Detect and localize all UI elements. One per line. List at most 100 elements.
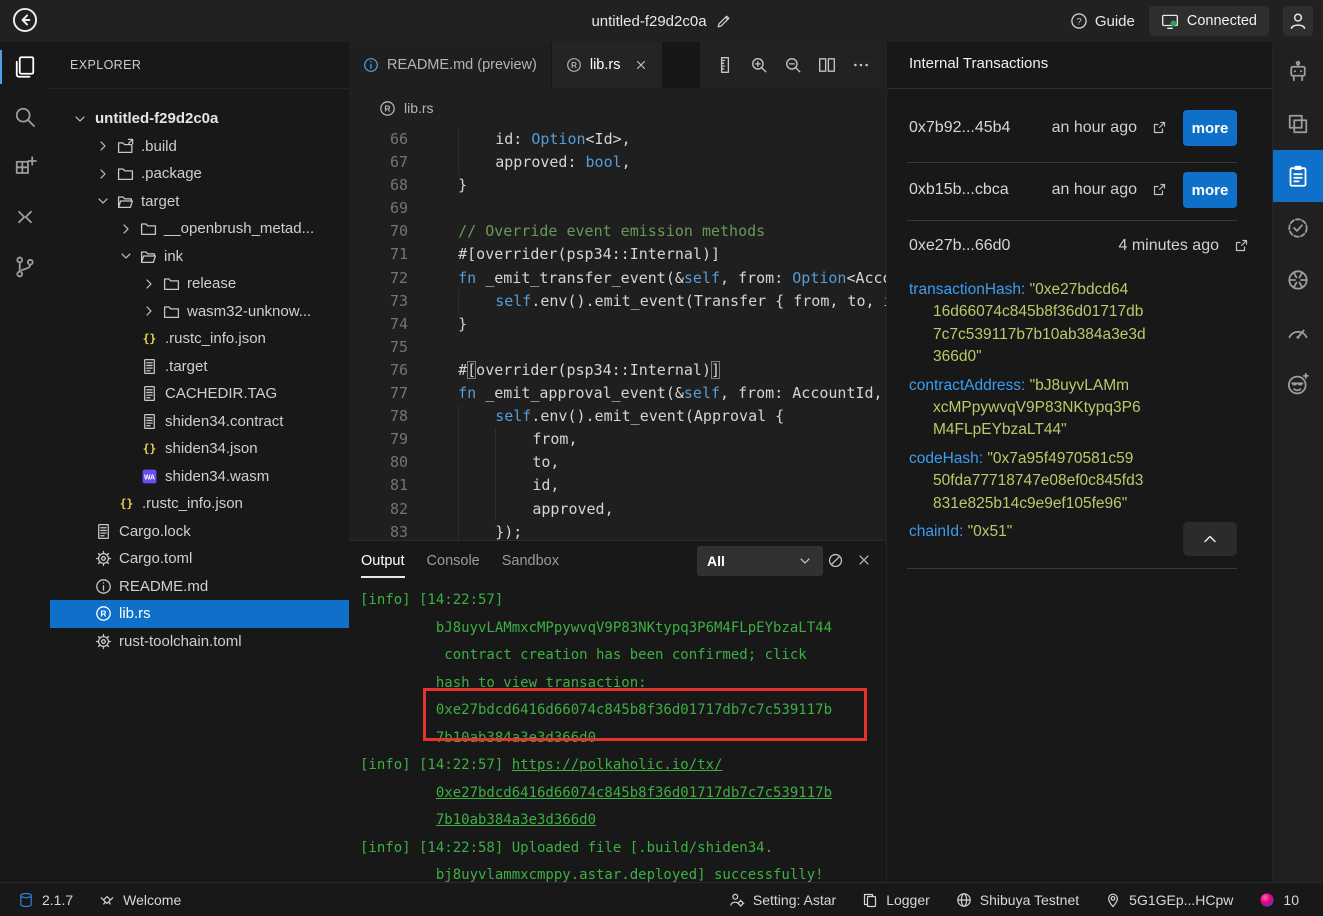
- log-link[interactable]: 7b10ab384a3e3d366d0: [436, 812, 596, 828]
- transaction-hash[interactable]: 0xb15b...cbca: [909, 181, 1009, 199]
- transaction-hash[interactable]: 0x7b92...45b4: [909, 119, 1010, 137]
- collapse-icon: [13, 205, 37, 229]
- status-logger[interactable]: Logger: [862, 892, 930, 908]
- status-shibuya-testnet[interactable]: Shibuya Testnet: [956, 892, 1079, 908]
- tree-item--openbrush-metad-[interactable]: __openbrush_metad...: [50, 215, 349, 243]
- editor-area: README.md (preview)Rlib.rs R lib.rs 66id…: [349, 42, 886, 882]
- activity-item-explorer[interactable]: [0, 42, 50, 92]
- person-gear-icon: [729, 892, 745, 908]
- output-tab-console[interactable]: Console: [427, 541, 480, 581]
- log-filter-select[interactable]: All: [697, 546, 823, 576]
- log-link[interactable]: https://polkaholic.io/tx/: [512, 757, 723, 773]
- tree-item--package[interactable]: .package: [50, 160, 349, 188]
- tree-item-shiden34-json[interactable]: {}shiden34.json: [50, 435, 349, 463]
- output-tab-output[interactable]: Output: [361, 541, 405, 581]
- close-tab-icon[interactable]: [634, 58, 648, 72]
- grid-plus-icon: [13, 155, 37, 179]
- line-number: 80: [349, 451, 408, 474]
- svg-text:R: R: [100, 609, 106, 619]
- svg-text:R: R: [384, 103, 390, 113]
- status-welcome[interactable]: Welcome: [99, 892, 181, 908]
- chevron-down-icon: [72, 111, 94, 127]
- tree-item-cachedir-tag[interactable]: CACHEDIR.TAG: [50, 380, 349, 408]
- tree-item-ink[interactable]: ink: [50, 243, 349, 271]
- activity-item-transactions[interactable]: [1273, 150, 1323, 202]
- transaction-time: an hour ago: [1052, 181, 1137, 199]
- zoom-in-icon[interactable]: [750, 56, 768, 74]
- split-icon[interactable]: [818, 56, 836, 74]
- tree-item-target[interactable]: target: [50, 188, 349, 216]
- tree-item--rustc-info-json[interactable]: {}.rustc_info.json: [50, 325, 349, 353]
- connected-button[interactable]: Connected: [1149, 6, 1269, 36]
- account-button[interactable]: [1283, 6, 1313, 36]
- status-5g1gep-hcpw[interactable]: 5G1GEp...HCpw: [1105, 892, 1233, 908]
- guide-button[interactable]: ? Guide: [1070, 12, 1135, 30]
- activity-item-ai-assistant[interactable]: [1273, 46, 1323, 98]
- tree-item-shiden34-contract[interactable]: shiden34.contract: [50, 408, 349, 436]
- external-link-icon[interactable]: [1151, 120, 1167, 136]
- zoom-out-icon[interactable]: [784, 56, 802, 74]
- external-link-icon[interactable]: [1233, 238, 1249, 254]
- output-log[interactable]: [info] [14:22:57] bJ8uyvLAMmxcMPpywvqV9P…: [349, 581, 886, 882]
- code-editor[interactable]: 66id: Option<Id>,67approved: bool,68}697…: [349, 128, 886, 540]
- braces-icon: {}: [118, 495, 141, 512]
- tree-item--rustc-info-json[interactable]: {}.rustc_info.json: [50, 490, 349, 518]
- tree-item-untitled-f29d2c0a[interactable]: untitled-f29d2c0a: [50, 105, 349, 133]
- tree-item-cargo-toml[interactable]: Cargo.toml: [50, 545, 349, 573]
- activity-item-search[interactable]: [0, 92, 50, 142]
- tree-item-readme-md[interactable]: README.md: [50, 573, 349, 601]
- status-setting-astar[interactable]: Setting: Astar: [729, 892, 836, 908]
- status-10[interactable]: 10: [1259, 892, 1299, 908]
- transaction-hash[interactable]: 0xe27b...66d0: [909, 237, 1010, 255]
- activity-item-new-window[interactable]: [0, 142, 50, 192]
- pin-person-icon: [1105, 892, 1121, 908]
- detail-value[interactable]: "0x51": [963, 523, 1012, 540]
- external-link-icon[interactable]: [1151, 182, 1167, 198]
- tree-item-label: .rustc_info.json: [142, 495, 243, 512]
- status-2-1-7[interactable]: 2.1.7: [18, 892, 73, 908]
- tree-item-label: lib.rs: [119, 605, 151, 622]
- tree-item-shiden34-wasm[interactable]: WAshiden34.wasm: [50, 463, 349, 491]
- code-line-content: id: Option<Id>,: [422, 128, 631, 151]
- folder-icon: [163, 275, 186, 292]
- activity-item-verify[interactable]: [1273, 202, 1323, 254]
- output-header: Output Console Sandbox All: [349, 541, 886, 581]
- tree-item--build[interactable]: .build: [50, 133, 349, 161]
- info-file-icon: [363, 57, 379, 73]
- breadcrumb[interactable]: R lib.rs: [349, 88, 886, 128]
- activity-item-openai[interactable]: [1273, 254, 1323, 306]
- detail-key: contractAddress:: [909, 377, 1025, 394]
- title-bar: untitled-f29d2c0a ? Guide Connected: [0, 0, 1323, 43]
- dots-icon[interactable]: [852, 56, 870, 74]
- editor-toolbar: [700, 42, 886, 88]
- folder-open-icon: [117, 193, 140, 210]
- activity-item-bot[interactable]: [1273, 358, 1323, 410]
- tree-item-label: wasm32-unknow...: [187, 303, 311, 320]
- chevron-right-icon: [95, 166, 117, 182]
- more-button[interactable]: more: [1183, 172, 1237, 208]
- tree-item-release[interactable]: release: [50, 270, 349, 298]
- collapse-details-button[interactable]: [1183, 522, 1237, 556]
- tree-item-wasm32-unknow-[interactable]: wasm32-unknow...: [50, 298, 349, 326]
- tree-item--target[interactable]: .target: [50, 353, 349, 381]
- output-tab-sandbox[interactable]: Sandbox: [502, 541, 559, 581]
- tree-item-lib-rs[interactable]: Rlib.rs: [50, 600, 349, 628]
- tree-item-label: release: [187, 275, 236, 292]
- activity-item-frames[interactable]: [1273, 98, 1323, 150]
- edit-title-icon[interactable]: [715, 13, 732, 30]
- activity-item-collapse[interactable]: [0, 192, 50, 242]
- code-line-content: id,: [422, 474, 559, 497]
- log-link[interactable]: 0xe27bdcd6416d66074c845b8f36d01717db7c7c…: [436, 785, 832, 801]
- activity-item-gauge[interactable]: [1273, 306, 1323, 358]
- close-panel-icon[interactable]: [856, 552, 872, 568]
- more-button[interactable]: more: [1183, 110, 1237, 146]
- ruler-icon[interactable]: [716, 56, 734, 74]
- chevron-down-icon: [118, 248, 140, 264]
- clear-output-icon[interactable]: [827, 552, 844, 569]
- tab-readme-md[interactable]: README.md (preview): [349, 42, 551, 88]
- line-number: 70: [349, 220, 408, 243]
- activity-item-source-control[interactable]: [0, 242, 50, 292]
- tree-item-cargo-lock[interactable]: Cargo.lock: [50, 518, 349, 546]
- tab-lib-rs[interactable]: Rlib.rs: [552, 42, 663, 88]
- tree-item-rust-toolchain-toml[interactable]: rust-toolchain.toml: [50, 628, 349, 656]
